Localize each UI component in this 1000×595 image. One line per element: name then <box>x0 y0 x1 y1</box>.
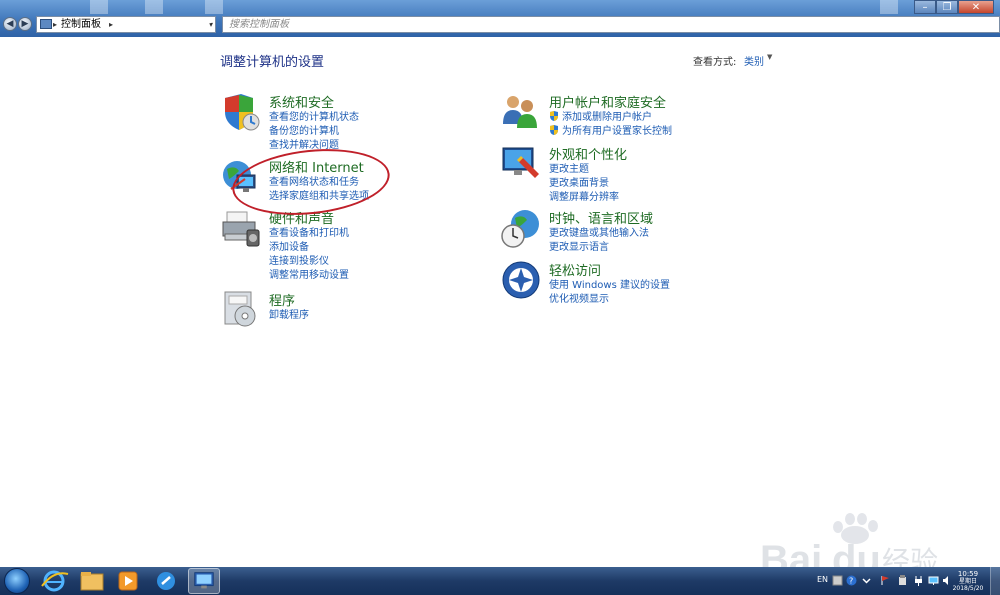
window-title-bar: – ❐ ✕ ◀ ▶ ▸ 控制面板 ▸ ▾ ⟳ 搜索控制面板 <box>0 0 1000 37</box>
chevron-down-icon[interactable]: ▼ <box>767 53 772 61</box>
clock-weekday: 星期日 <box>958 578 977 585</box>
breadcrumb-separator-icon[interactable]: ▸ <box>109 17 113 32</box>
svg-text:?: ? <box>849 577 853 586</box>
accessibility-icon[interactable] <box>501 260 541 300</box>
breadcrumb-control-panel[interactable]: 控制面板 <box>61 19 101 30</box>
users-icon[interactable] <box>501 92 541 132</box>
internet-explorer-icon[interactable] <box>38 568 70 594</box>
clock-date: 2018/5/20 <box>952 585 984 592</box>
link-screen-resolution[interactable]: 调整屏幕分辨率 <box>549 191 619 205</box>
personalization-icon[interactable] <box>501 144 541 184</box>
language-indicator[interactable]: EN <box>817 575 828 584</box>
background-window-ghost <box>145 0 163 14</box>
view-by-dropdown[interactable]: 类别 <box>744 53 764 68</box>
media-player-icon[interactable] <box>112 568 144 594</box>
link-change-theme[interactable]: 更改主题 <box>549 163 619 177</box>
taskbar: EN ? 10:59 星期日 2018/5/20 <box>0 567 1000 595</box>
link-add-remove-accounts[interactable]: 添加或删除用户帐户 <box>549 111 672 125</box>
control-panel-icon <box>40 19 52 29</box>
link-windows-recommended-settings[interactable]: 使用 Windows 建议的设置 <box>549 279 670 293</box>
background-window-ghost <box>90 0 108 14</box>
back-button[interactable]: ◀ <box>3 17 17 31</box>
taskbar-clock[interactable]: 10:59 星期日 2018/5/20 <box>950 570 986 593</box>
clock-globe-icon[interactable] <box>501 208 541 248</box>
link-desktop-background[interactable]: 更改桌面背景 <box>549 177 619 191</box>
shield-icon[interactable] <box>221 92 261 132</box>
forward-button[interactable]: ▶ <box>18 17 32 31</box>
category-title[interactable]: 用户帐户和家庭安全 <box>549 92 666 111</box>
link-add-device[interactable]: 添加设备 <box>269 241 349 255</box>
show-desktop-button[interactable] <box>990 567 1000 595</box>
category-title[interactable]: 轻松访问 <box>549 260 601 279</box>
link-display-language[interactable]: 更改显示语言 <box>549 241 649 255</box>
link-devices-printers[interactable]: 查看设备和打印机 <box>269 227 349 241</box>
category-title[interactable]: 外观和个性化 <box>549 144 627 163</box>
clock-time: 10:59 <box>957 570 979 578</box>
link-parental-controls[interactable]: 为所有用户设置家长控制 <box>549 125 672 139</box>
link-view-computer-status[interactable]: 查看您的计算机状态 <box>269 111 359 125</box>
printer-icon[interactable] <box>221 208 261 248</box>
category-title[interactable]: 程序 <box>269 290 295 309</box>
programs-icon[interactable] <box>221 290 261 330</box>
input-method-icon[interactable] <box>832 575 843 586</box>
page-title: 调整计算机的设置 <box>220 55 325 70</box>
start-button[interactable] <box>4 568 30 594</box>
action-center-flag-icon[interactable] <box>880 575 891 586</box>
link-mobility-settings[interactable]: 调整常用移动设置 <box>269 269 349 283</box>
breadcrumb-separator-icon[interactable]: ▸ <box>53 17 57 32</box>
maximize-button[interactable]: ❐ <box>936 0 958 14</box>
link-label: 添加或删除用户帐户 <box>562 112 652 123</box>
control-panel-content: 调整计算机的设置 查看方式: 类别 ▼ 系统和安全 查看您的计算机状态 备份您的… <box>0 37 1000 595</box>
refresh-icon[interactable]: ⟳ <box>206 16 220 33</box>
messenger-icon[interactable] <box>150 568 182 594</box>
link-connect-projector[interactable]: 连接到投影仪 <box>269 255 349 269</box>
uac-shield-icon <box>550 125 558 135</box>
link-backup-computer[interactable]: 备份您的计算机 <box>269 125 359 139</box>
background-window-ghost <box>205 0 223 14</box>
help-icon[interactable]: ? <box>846 575 857 586</box>
link-change-keyboard[interactable]: 更改键盘或其他输入法 <box>549 227 649 241</box>
close-button[interactable]: ✕ <box>958 0 994 14</box>
background-window-ghost <box>880 0 898 14</box>
link-label: 为所有用户设置家长控制 <box>562 126 672 137</box>
file-explorer-icon[interactable] <box>76 568 108 594</box>
category-title[interactable]: 系统和安全 <box>269 92 334 111</box>
search-input[interactable]: 搜索控制面板 <box>222 16 1000 33</box>
link-optimize-visual-display[interactable]: 优化视频显示 <box>549 293 670 307</box>
address-bar[interactable]: ▸ 控制面板 ▸ ▾ <box>36 16 216 33</box>
chevron-down-icon[interactable] <box>861 575 872 586</box>
minimize-button[interactable]: – <box>914 0 936 14</box>
power-plug-icon[interactable] <box>913 575 924 586</box>
link-uninstall-program[interactable]: 卸载程序 <box>269 309 309 323</box>
control-panel-taskbar-icon[interactable] <box>188 568 220 594</box>
usb-device-icon[interactable] <box>897 575 908 586</box>
category-title[interactable]: 时钟、语言和区域 <box>549 208 653 227</box>
uac-shield-icon <box>550 111 558 121</box>
window-controls: – ❐ ✕ <box>914 0 994 14</box>
view-by-label: 查看方式: <box>693 57 737 68</box>
network-tray-icon[interactable] <box>928 575 939 586</box>
